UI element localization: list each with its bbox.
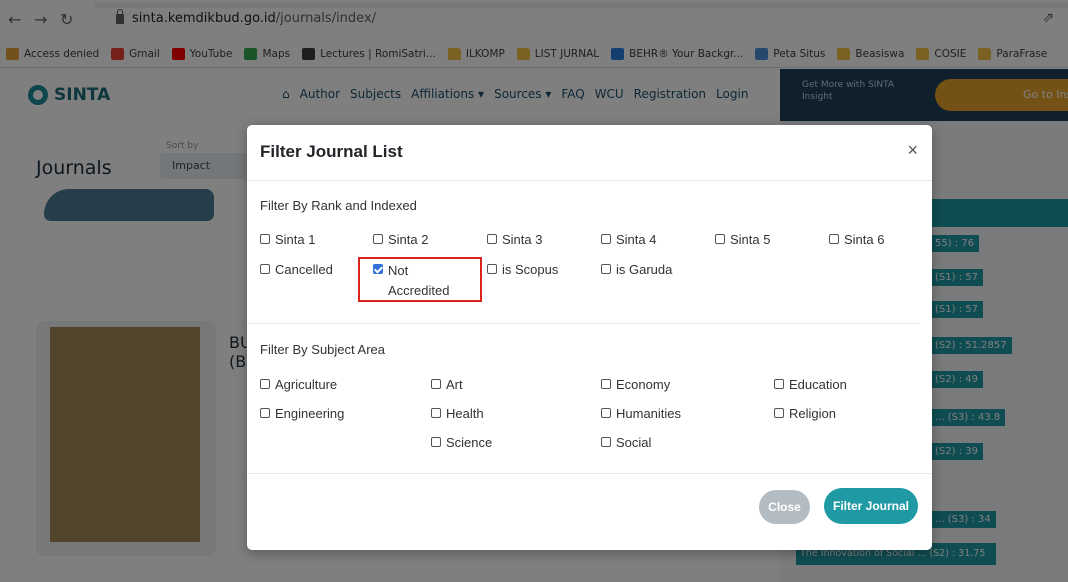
rank-option[interactable]: is Scopus [487,261,558,278]
option-label: Art [446,377,463,392]
subject-option[interactable]: Art [431,376,463,393]
checkbox[interactable] [431,437,441,447]
modal-header: Filter Journal List × [247,125,932,181]
filter-journal-button[interactable]: Filter Journal [824,488,918,524]
option-label: Sinta 3 [502,232,543,247]
checkbox[interactable] [431,408,441,418]
checkbox[interactable] [487,234,497,244]
checkbox[interactable] [373,234,383,244]
close-button[interactable]: Close [759,490,810,524]
checkbox[interactable] [601,408,611,418]
rank-option[interactable]: Cancelled [260,261,333,278]
subject-option[interactable]: Health [431,405,484,422]
option-label: Health [446,406,484,421]
rank-option[interactable]: Sinta 5 [715,231,770,248]
option-label: is Garuda [616,262,673,277]
section-divider [247,323,919,324]
option-label: Economy [616,377,671,392]
checkbox[interactable] [601,264,611,274]
option-label: Social [616,435,652,450]
option-label: Science [446,435,493,450]
checkbox[interactable] [774,408,784,418]
checkbox[interactable] [260,408,270,418]
rank-option[interactable]: Sinta 1 [260,231,315,248]
checkbox[interactable] [260,264,270,274]
option-label: Agriculture [275,377,338,392]
checkbox[interactable] [601,437,611,447]
option-label: Sinta 5 [730,232,771,247]
option-label: Engineering [275,406,345,421]
option-label: Sinta 1 [275,232,316,247]
checkbox[interactable] [487,264,497,274]
subject-option[interactable]: Social [601,434,651,451]
checkbox[interactable] [260,379,270,389]
subject-option[interactable]: Education [774,376,847,393]
checkbox[interactable] [601,234,611,244]
modal-title: Filter Journal List [260,142,403,161]
highlight-box [358,257,482,302]
option-label: is Scopus [502,262,559,277]
subject-option[interactable]: Humanities [601,405,681,422]
close-icon[interactable]: × [907,141,918,159]
filter-journal-modal: Filter Journal List × Filter By Rank and… [247,125,932,550]
checkbox[interactable] [431,379,441,389]
checkbox[interactable] [260,234,270,244]
option-label: Cancelled [275,262,333,277]
subject-section-title: Filter By Subject Area [260,342,385,357]
rank-option[interactable]: is Garuda [601,261,672,278]
rank-section-title: Filter By Rank and Indexed [260,198,417,213]
modal-footer-divider [247,473,932,474]
subject-option[interactable]: Agriculture [260,376,337,393]
subject-option[interactable]: Religion [774,405,836,422]
rank-option[interactable]: Sinta 4 [601,231,656,248]
subject-option[interactable]: Engineering [260,405,344,422]
subject-option[interactable]: Economy [601,376,670,393]
option-label: Humanities [616,406,682,421]
checkbox[interactable] [601,379,611,389]
rank-option[interactable]: Sinta 3 [487,231,542,248]
option-label: Sinta 6 [844,232,885,247]
checkbox[interactable] [774,379,784,389]
subject-option[interactable]: Science [431,434,492,451]
rank-option[interactable]: Sinta 6 [829,231,884,248]
option-label: Education [789,377,847,392]
option-label: Religion [789,406,836,421]
checkbox[interactable] [715,234,725,244]
checkbox[interactable] [829,234,839,244]
rank-option[interactable]: Sinta 2 [373,231,428,248]
option-label: Sinta 2 [388,232,429,247]
option-label: Sinta 4 [616,232,657,247]
